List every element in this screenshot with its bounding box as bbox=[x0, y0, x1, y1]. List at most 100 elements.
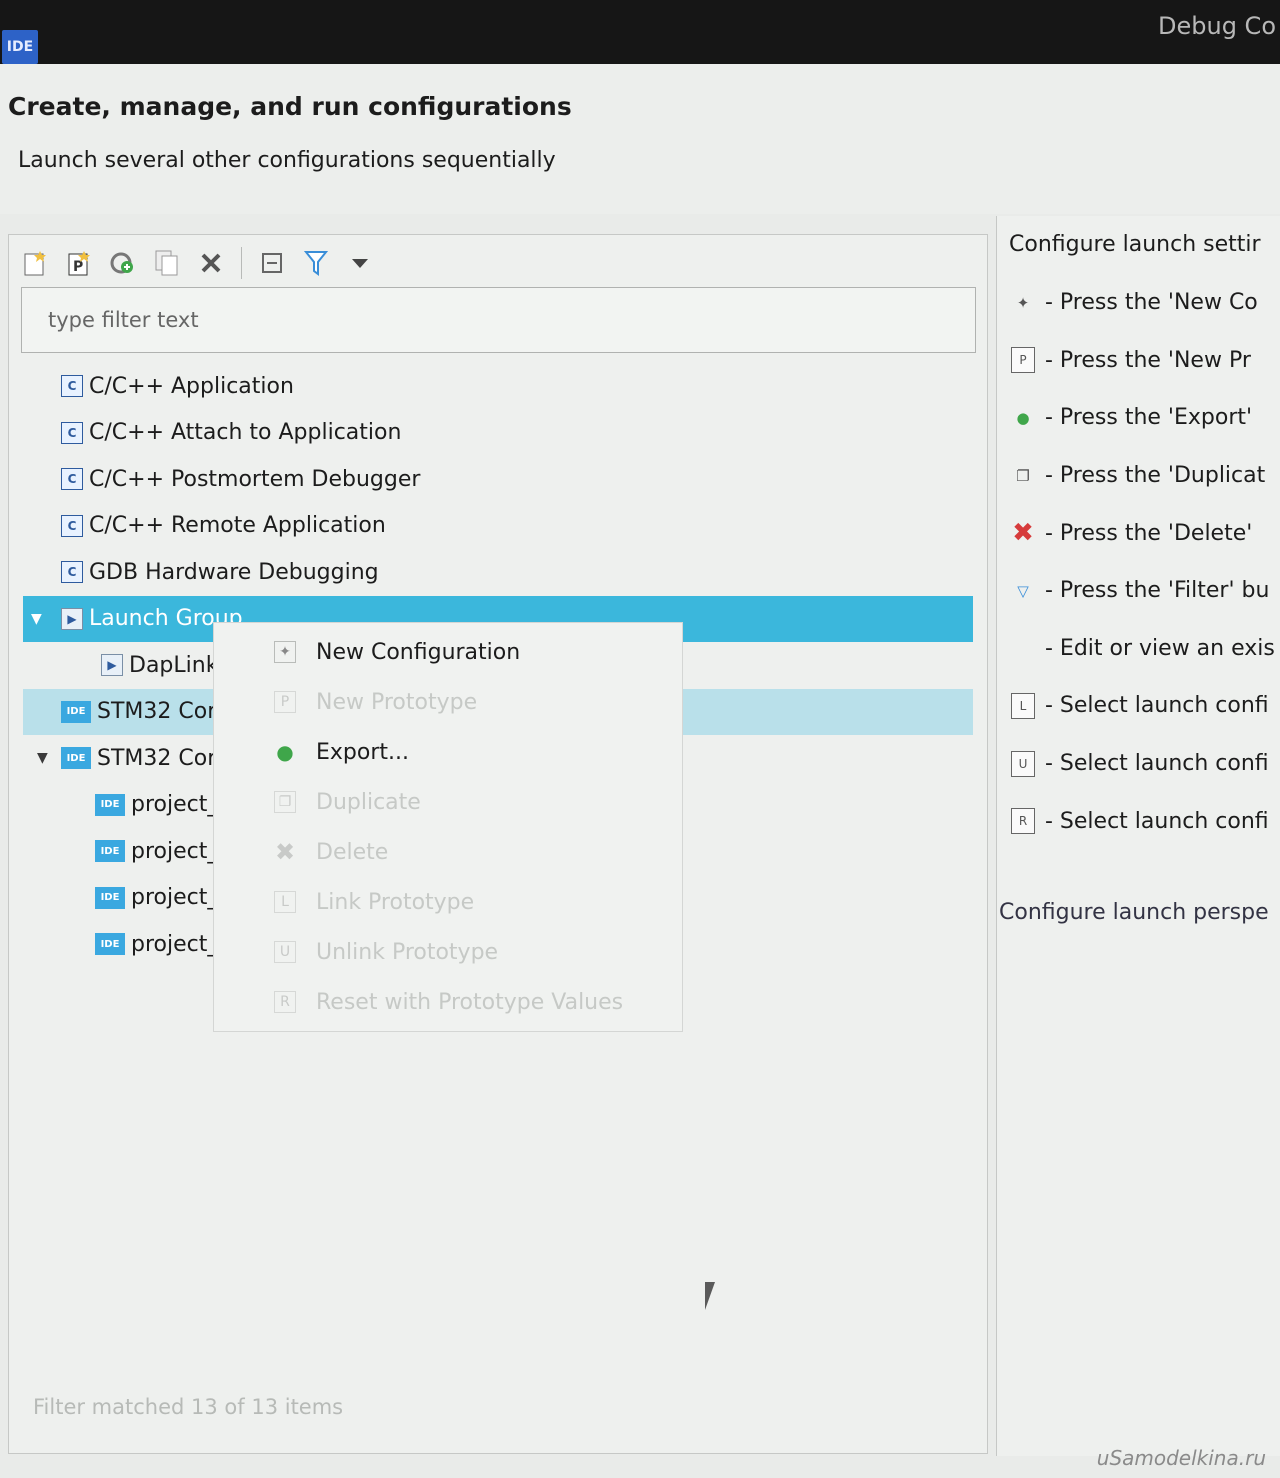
collapse-all-icon[interactable] bbox=[254, 245, 290, 281]
export-icon: ● bbox=[276, 740, 294, 764]
menu-item-reset-prototype[interactable]: R Reset with Prototype Values bbox=[214, 977, 682, 1027]
menu-item-new-configuration[interactable]: ✦ New Configuration bbox=[214, 627, 682, 677]
chevron-down-icon[interactable]: ▼ bbox=[31, 611, 42, 627]
duplicate-icon: ❐ bbox=[1016, 466, 1030, 485]
ide-config-icon: IDE bbox=[95, 933, 125, 956]
c-config-icon: C bbox=[61, 514, 83, 537]
unlink-prototype-icon: U bbox=[1011, 750, 1035, 777]
ide-config-icon: IDE bbox=[95, 886, 125, 909]
link-prototype-icon: L bbox=[1011, 692, 1035, 719]
duplicate-icon[interactable] bbox=[149, 245, 185, 281]
help-footer-link[interactable]: Configure launch perspe bbox=[999, 900, 1269, 925]
help-list: ✦ - Press the 'New Co P - Press the 'New… bbox=[1011, 274, 1275, 850]
new-config-icon[interactable] bbox=[17, 245, 53, 281]
tree-item-label: project_ bbox=[131, 885, 219, 911]
reset-prototype-icon: R bbox=[274, 991, 296, 1013]
c-config-icon: C bbox=[61, 561, 83, 584]
dialog-header: Create, manage, and run configurations L… bbox=[0, 64, 1280, 214]
blank-icon bbox=[1011, 635, 1035, 661]
help-text: - Press the 'Delete' bbox=[1045, 520, 1253, 546]
help-text: - Select launch confi bbox=[1045, 693, 1269, 719]
tree-item-cpp-application[interactable]: C C/C++ Application bbox=[9, 363, 987, 410]
ide-config-icon: IDE bbox=[61, 747, 91, 770]
menu-item-label: Duplicate bbox=[316, 789, 421, 815]
help-row: L - Select launch confi bbox=[1011, 677, 1275, 735]
view-menu-icon[interactable] bbox=[342, 245, 378, 281]
tree-item-cpp-postmortem[interactable]: C C/C++ Postmortem Debugger bbox=[9, 456, 987, 503]
ide-config-icon: IDE bbox=[95, 793, 125, 816]
new-config-icon: ✦ bbox=[274, 641, 296, 663]
export-icon: ● bbox=[1016, 408, 1030, 427]
watermark: uSamodelkina.ru bbox=[1096, 1446, 1266, 1470]
help-pane: Configure launch settir ✦ - Press the 'N… bbox=[996, 216, 1280, 1456]
menu-item-duplicate[interactable]: ❐ Duplicate bbox=[214, 777, 682, 827]
launch-group-icon: ▶ bbox=[61, 607, 83, 630]
new-prototype-icon: P bbox=[1011, 347, 1035, 374]
app-icon: IDE bbox=[2, 30, 38, 64]
help-text: - Select launch confi bbox=[1045, 808, 1269, 834]
unlink-prototype-icon: U bbox=[274, 941, 296, 963]
new-prototype-icon[interactable]: P bbox=[61, 245, 97, 281]
tree-item-label: GDB Hardware Debugging bbox=[89, 559, 379, 585]
tree-item-label: C/C++ Application bbox=[89, 373, 294, 399]
tree-item-label: project_ bbox=[131, 838, 219, 864]
menu-item-delete[interactable]: ✖ Delete bbox=[214, 827, 682, 877]
filter-icon[interactable] bbox=[298, 245, 334, 281]
configurations-toolbar: P bbox=[17, 241, 977, 285]
menu-item-label: Unlink Prototype bbox=[316, 939, 499, 965]
help-text: - Edit or view an exis bbox=[1045, 635, 1275, 661]
help-text: - Press the 'Export' bbox=[1045, 405, 1253, 431]
launch-config-icon: ▶ bbox=[101, 654, 123, 677]
c-config-icon: C bbox=[61, 421, 83, 444]
help-text: - Select launch confi bbox=[1045, 751, 1269, 777]
menu-item-label: Reset with Prototype Values bbox=[316, 989, 624, 1015]
help-row: ✦ - Press the 'New Co bbox=[1011, 274, 1275, 332]
help-row: ✖ - Press the 'Delete' bbox=[1011, 504, 1275, 562]
tree-item-label: C/C++ Remote Application bbox=[89, 513, 386, 539]
c-config-icon: C bbox=[61, 468, 83, 491]
menu-item-new-prototype[interactable]: P New Prototype bbox=[214, 677, 682, 727]
help-row: - Edit or view an exis bbox=[1011, 620, 1275, 678]
help-row: ● - Press the 'Export' bbox=[1011, 389, 1275, 447]
help-text: - Press the 'Duplicat bbox=[1045, 463, 1266, 489]
svg-text:P: P bbox=[73, 259, 83, 275]
delete-icon: ✖ bbox=[1012, 518, 1034, 549]
tree-item-gdb-hardware[interactable]: C GDB Hardware Debugging bbox=[9, 549, 987, 596]
ide-config-icon: IDE bbox=[61, 700, 91, 723]
help-text: - Press the 'New Pr bbox=[1045, 347, 1251, 373]
help-text: - Press the 'New Co bbox=[1045, 290, 1258, 316]
help-text: - Press the 'Filter' bu bbox=[1045, 578, 1270, 604]
menu-item-label: Export... bbox=[316, 739, 409, 765]
title-bar: IDE Debug Co bbox=[0, 0, 1280, 64]
tree-item-cpp-attach[interactable]: C C/C++ Attach to Application bbox=[9, 410, 987, 457]
help-row: P - Press the 'New Pr bbox=[1011, 332, 1275, 390]
ide-config-icon: IDE bbox=[95, 840, 125, 863]
tree-item-label: project_ bbox=[131, 792, 219, 818]
new-config-icon: ✦ bbox=[1016, 293, 1030, 312]
help-row: U - Select launch confi bbox=[1011, 735, 1275, 793]
tree-item-cpp-remote[interactable]: C C/C++ Remote Application bbox=[9, 503, 987, 550]
filter-icon: ▽ bbox=[1017, 581, 1029, 600]
help-row: R - Select launch confi bbox=[1011, 792, 1275, 850]
help-title: Configure launch settir bbox=[1009, 232, 1261, 257]
delete-icon[interactable] bbox=[193, 245, 229, 281]
dialog-title: Create, manage, and run configurations bbox=[8, 92, 572, 121]
tree-item-label: STM32 Cor bbox=[97, 745, 217, 771]
mouse-cursor-icon bbox=[705, 1282, 715, 1310]
menu-item-link-prototype[interactable]: L Link Prototype bbox=[214, 877, 682, 927]
tree-item-label: C/C++ Attach to Application bbox=[89, 420, 402, 446]
context-menu: ✦ New Configuration P New Prototype ● Ex… bbox=[213, 622, 683, 1032]
menu-item-unlink-prototype[interactable]: U Unlink Prototype bbox=[214, 927, 682, 977]
reset-prototype-icon: R bbox=[1011, 808, 1035, 835]
toolbar-separator bbox=[241, 247, 242, 279]
chevron-down-icon[interactable]: ▼ bbox=[37, 750, 48, 766]
tree-item-label: STM32 Cor bbox=[97, 699, 217, 725]
filter-input[interactable] bbox=[21, 287, 976, 353]
c-config-icon: C bbox=[61, 375, 83, 398]
export-icon[interactable] bbox=[105, 245, 141, 281]
menu-item-export[interactable]: ● Export... bbox=[214, 727, 682, 777]
menu-item-label: New Configuration bbox=[316, 639, 521, 665]
filter-status: Filter matched 13 of 13 items bbox=[33, 1395, 344, 1419]
help-row: ❐ - Press the 'Duplicat bbox=[1011, 447, 1275, 505]
link-prototype-icon: L bbox=[274, 891, 296, 913]
